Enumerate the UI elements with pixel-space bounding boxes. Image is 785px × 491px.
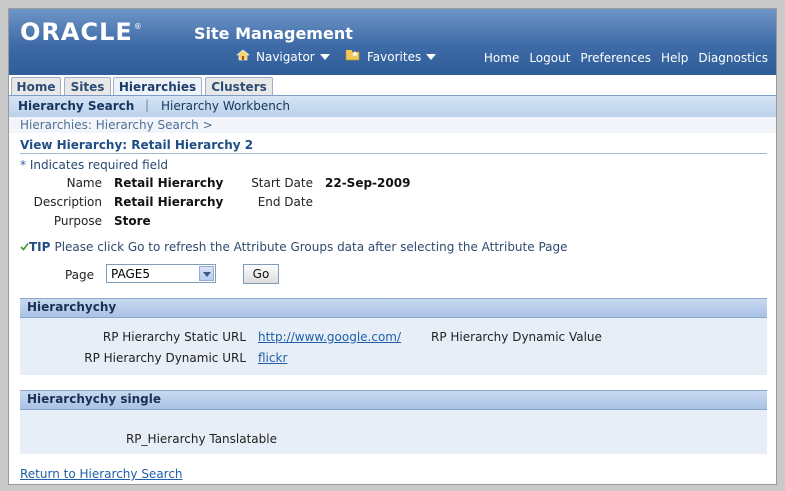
navigator-menu[interactable]: Navigator bbox=[236, 49, 330, 64]
static-url-label: RP Hierarchy Static URL bbox=[102, 330, 246, 344]
tip-text: Please click Go to refresh the Attribute… bbox=[54, 240, 568, 254]
go-button[interactable]: Go bbox=[243, 264, 279, 284]
global-link-logout[interactable]: Logout bbox=[529, 51, 570, 65]
name-label: Name bbox=[66, 176, 102, 190]
app-window: ORACLE® Site Management Navigator Favori… bbox=[8, 8, 777, 485]
section-title: Hierarchychy single bbox=[27, 392, 162, 406]
name-value: Retail Hierarchy bbox=[114, 176, 224, 190]
section-header bbox=[20, 298, 767, 318]
global-link-home[interactable]: Home bbox=[484, 51, 519, 65]
tip-message: TIP Please click Go to refresh the Attri… bbox=[20, 240, 568, 254]
page-select-value: PAGE5 bbox=[111, 267, 150, 281]
global-link-preferences[interactable]: Preferences bbox=[580, 51, 651, 65]
global-link-diagnostics[interactable]: Diagnostics bbox=[698, 51, 768, 65]
return-to-search-link[interactable]: Return to Hierarchy Search bbox=[20, 467, 183, 481]
tip-label: TIP bbox=[29, 240, 51, 254]
favorites-menu[interactable]: Favorites bbox=[345, 49, 437, 64]
description-value: Retail Hierarchy bbox=[114, 195, 224, 209]
global-link-help[interactable]: Help bbox=[661, 51, 688, 65]
title-divider bbox=[20, 153, 767, 154]
section-hierarchychy: Hierarchychy RP Hierarchy Static URL htt… bbox=[20, 298, 767, 375]
dynamic-value-label: RP Hierarchy Dynamic Value bbox=[431, 330, 602, 344]
purpose-value: Store bbox=[114, 214, 151, 228]
end-date-label: End Date bbox=[257, 195, 313, 209]
subnav-separator: | bbox=[145, 98, 150, 112]
section-hierarchychy-single: Hierarchychy single RP_Hierarchy Tanslat… bbox=[20, 390, 767, 454]
sub-navigation: Hierarchy Search | Hierarchy Workbench bbox=[9, 95, 776, 118]
start-date-value: 22-Sep-2009 bbox=[325, 176, 411, 190]
favorites-label: Favorites bbox=[367, 49, 422, 64]
app-title: Site Management bbox=[194, 24, 353, 43]
subnav-hierarchy-search[interactable]: Hierarchy Search bbox=[18, 99, 134, 113]
required-star: * bbox=[20, 158, 26, 172]
checkmark-icon bbox=[20, 240, 29, 254]
required-note: * Indicates required field bbox=[20, 158, 169, 172]
page-title: View Hierarchy: Retail Hierarchy 2 bbox=[20, 138, 254, 152]
header-banner: ORACLE® Site Management Navigator Favori… bbox=[9, 9, 776, 75]
dynamic-url-link[interactable]: flickr bbox=[258, 351, 287, 365]
static-url-link[interactable]: http://www.google.com/ bbox=[258, 330, 401, 344]
home-icon bbox=[236, 49, 250, 64]
chevron-down-icon bbox=[426, 53, 437, 60]
description-label: Description bbox=[33, 195, 102, 209]
tab-clusters[interactable]: Clusters bbox=[205, 77, 273, 96]
page-select[interactable]: PAGE5 bbox=[106, 264, 216, 283]
tab-home[interactable]: Home bbox=[11, 77, 61, 96]
navigator-label: Navigator bbox=[256, 49, 315, 64]
tab-sites[interactable]: Sites bbox=[64, 77, 111, 96]
dynamic-url-label: RP Hierarchy Dynamic URL bbox=[84, 351, 246, 365]
translatable-label: RP_Hierarchy Tanslatable bbox=[125, 432, 277, 446]
oracle-logo: ORACLE® bbox=[20, 18, 143, 46]
page-select-label: Page bbox=[64, 268, 94, 282]
section-title: Hierarchychy bbox=[27, 300, 117, 314]
global-links: Home Logout Preferences Help Diagnostics bbox=[484, 51, 768, 65]
subnav-hierarchy-workbench[interactable]: Hierarchy Workbench bbox=[161, 99, 290, 113]
purpose-label: Purpose bbox=[53, 214, 102, 228]
main-tabs: Home Sites Hierarchies Clusters bbox=[9, 75, 776, 96]
chevron-down-icon[interactable] bbox=[199, 266, 214, 281]
tab-hierarchies[interactable]: Hierarchies bbox=[113, 77, 202, 96]
chevron-down-icon bbox=[319, 53, 330, 60]
breadcrumb[interactable]: Hierarchies: Hierarchy Search > bbox=[20, 118, 213, 132]
start-date-label: Start Date bbox=[251, 176, 313, 190]
favorites-folder-icon bbox=[345, 49, 361, 64]
